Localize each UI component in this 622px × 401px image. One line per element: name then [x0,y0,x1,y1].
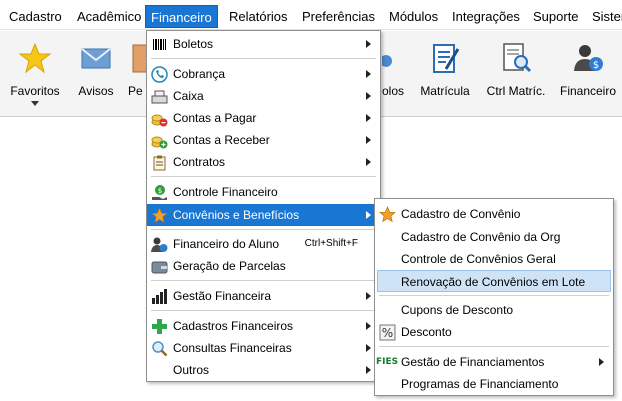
menu-item-outros[interactable]: Outros [147,359,380,381]
menu-bar: Cadastro Acadêmico Financeiro Relatórios… [0,0,622,30]
form-pencil-icon [433,44,460,73]
chevron-right-icon [366,40,371,48]
gear-icon [382,55,392,67]
chevron-right-icon [366,136,371,144]
chevron-right-icon [366,158,371,166]
chevron-right-icon [366,92,371,100]
chevron-right-icon [366,322,371,330]
menu-item-geracao-parcelas[interactable]: Geração de Parcelas [147,255,380,277]
bar-chart-icon [152,289,167,304]
chevron-right-icon [366,211,371,219]
submenu-item-cadastro-convenio[interactable]: Cadastro de Convênio [375,203,613,225]
menu-item-boletos[interactable]: Boletos [147,33,380,55]
fies-logo: FIES [376,357,399,367]
menu-preferencias[interactable]: Preferências [302,7,375,27]
envelope-icon [81,48,111,69]
coins-plus-icon [151,136,168,149]
chevron-right-icon [366,292,371,300]
chevron-right-icon [366,366,371,374]
menu-item-contratos[interactable]: Contratos [147,151,380,173]
menu-item-cobranca[interactable]: Cobrança [147,63,380,85]
svg-text:$: $ [158,187,162,195]
menu-item-gestao-financeira[interactable]: Gestão Financeira [147,285,380,307]
menu-item-consultas-financeiras[interactable]: Consultas Financeiras [147,337,380,359]
financeiro-toolbar-button[interactable]: $ Financeiro [556,31,620,117]
document-search-icon [503,43,532,73]
pe-button[interactable]: Pe [126,31,148,117]
menu-item-contas-receber[interactable]: Contas a Receber [147,129,380,151]
menu-item-cadastros-financeiros[interactable]: Cadastros Financeiros [147,315,380,337]
menu-separator [151,229,376,230]
convenios-submenu: Cadastro de Convênio Cadastro de Convêni… [374,198,614,396]
submenu-item-cupons-desconto[interactable]: Cupons de Desconto [375,299,613,321]
svg-text:$: $ [593,60,599,71]
financeiro-dropdown: Boletos Cobrança Caixa Contas a Pagar Co… [146,30,381,382]
submenu-item-renovacao-convenios[interactable]: Renovação de Convênios em Lote [377,270,611,292]
avisos-button[interactable]: Avisos [70,31,122,117]
menu-item-controle-financeiro[interactable]: $ Controle Financeiro [147,181,380,203]
chevron-right-icon [366,344,371,352]
chevron-down-icon [31,101,39,106]
user-money-icon: $ [574,45,603,71]
money-hand-icon: $ [152,185,167,200]
ctrl-matric-button[interactable]: Ctrl Matríc. [481,31,551,117]
menu-separator [151,280,376,281]
menu-item-contas-pagar[interactable]: Contas a Pagar [147,107,380,129]
menu-separator [151,310,376,311]
submenu-item-controle-convenios-geral[interactable]: Controle de Convênios Geral [375,248,613,270]
wallet-icon [151,261,168,274]
menu-modulos[interactable]: Módulos [389,7,438,27]
magnifier-icon [152,341,168,357]
phone-icon [151,66,168,83]
submenu-item-cadastro-convenio-org[interactable]: Cadastro de Convênio da Org [375,226,613,248]
svg-text:%: % [382,326,393,340]
student-money-icon [151,237,168,252]
matricula-button[interactable]: Matrícula [414,31,476,117]
menu-suporte[interactable]: Suporte [533,7,579,27]
menu-sistema[interactable]: Sistema [592,7,622,27]
submenu-item-gestao-financiamentos[interactable]: FIES Gestão de Financiamentos [375,351,613,373]
menu-item-caixa[interactable]: Caixa [147,85,380,107]
barcode-icon [153,39,166,50]
polos-button[interactable]: olos [382,31,408,117]
menu-separator [379,295,609,296]
clipboard-icon [153,155,166,171]
percent-icon: % [379,324,396,341]
menu-integracoes[interactable]: Integrações [452,7,520,27]
star-icon [18,42,52,74]
menu-separator [151,176,376,177]
menu-item-financeiro-aluno[interactable]: Financeiro do Aluno Ctrl+Shift+F [147,233,380,255]
menu-separator [379,346,609,347]
menu-academico[interactable]: Acadêmico [77,7,141,27]
menu-relatorios[interactable]: Relatórios [229,7,288,27]
chevron-right-icon [366,70,371,78]
menu-separator [151,58,376,59]
chevron-right-icon [366,114,371,122]
submenu-item-desconto[interactable]: % Desconto [375,321,613,343]
submenu-item-programas-financiamento[interactable]: Programas de Financiamento [375,373,613,395]
green-plus-icon [152,319,167,334]
favoritos-button[interactable]: Favoritos [5,31,65,117]
coins-minus-icon [151,114,168,127]
cash-register-icon [151,90,168,104]
menu-financeiro[interactable]: Financeiro [145,5,218,28]
menu-item-convenios-beneficios[interactable]: Convênios e Benefícios [147,204,380,226]
menu-cadastro[interactable]: Cadastro [9,7,62,27]
star-icon [379,206,396,223]
star-icon [151,207,168,224]
chevron-right-icon [599,358,604,366]
